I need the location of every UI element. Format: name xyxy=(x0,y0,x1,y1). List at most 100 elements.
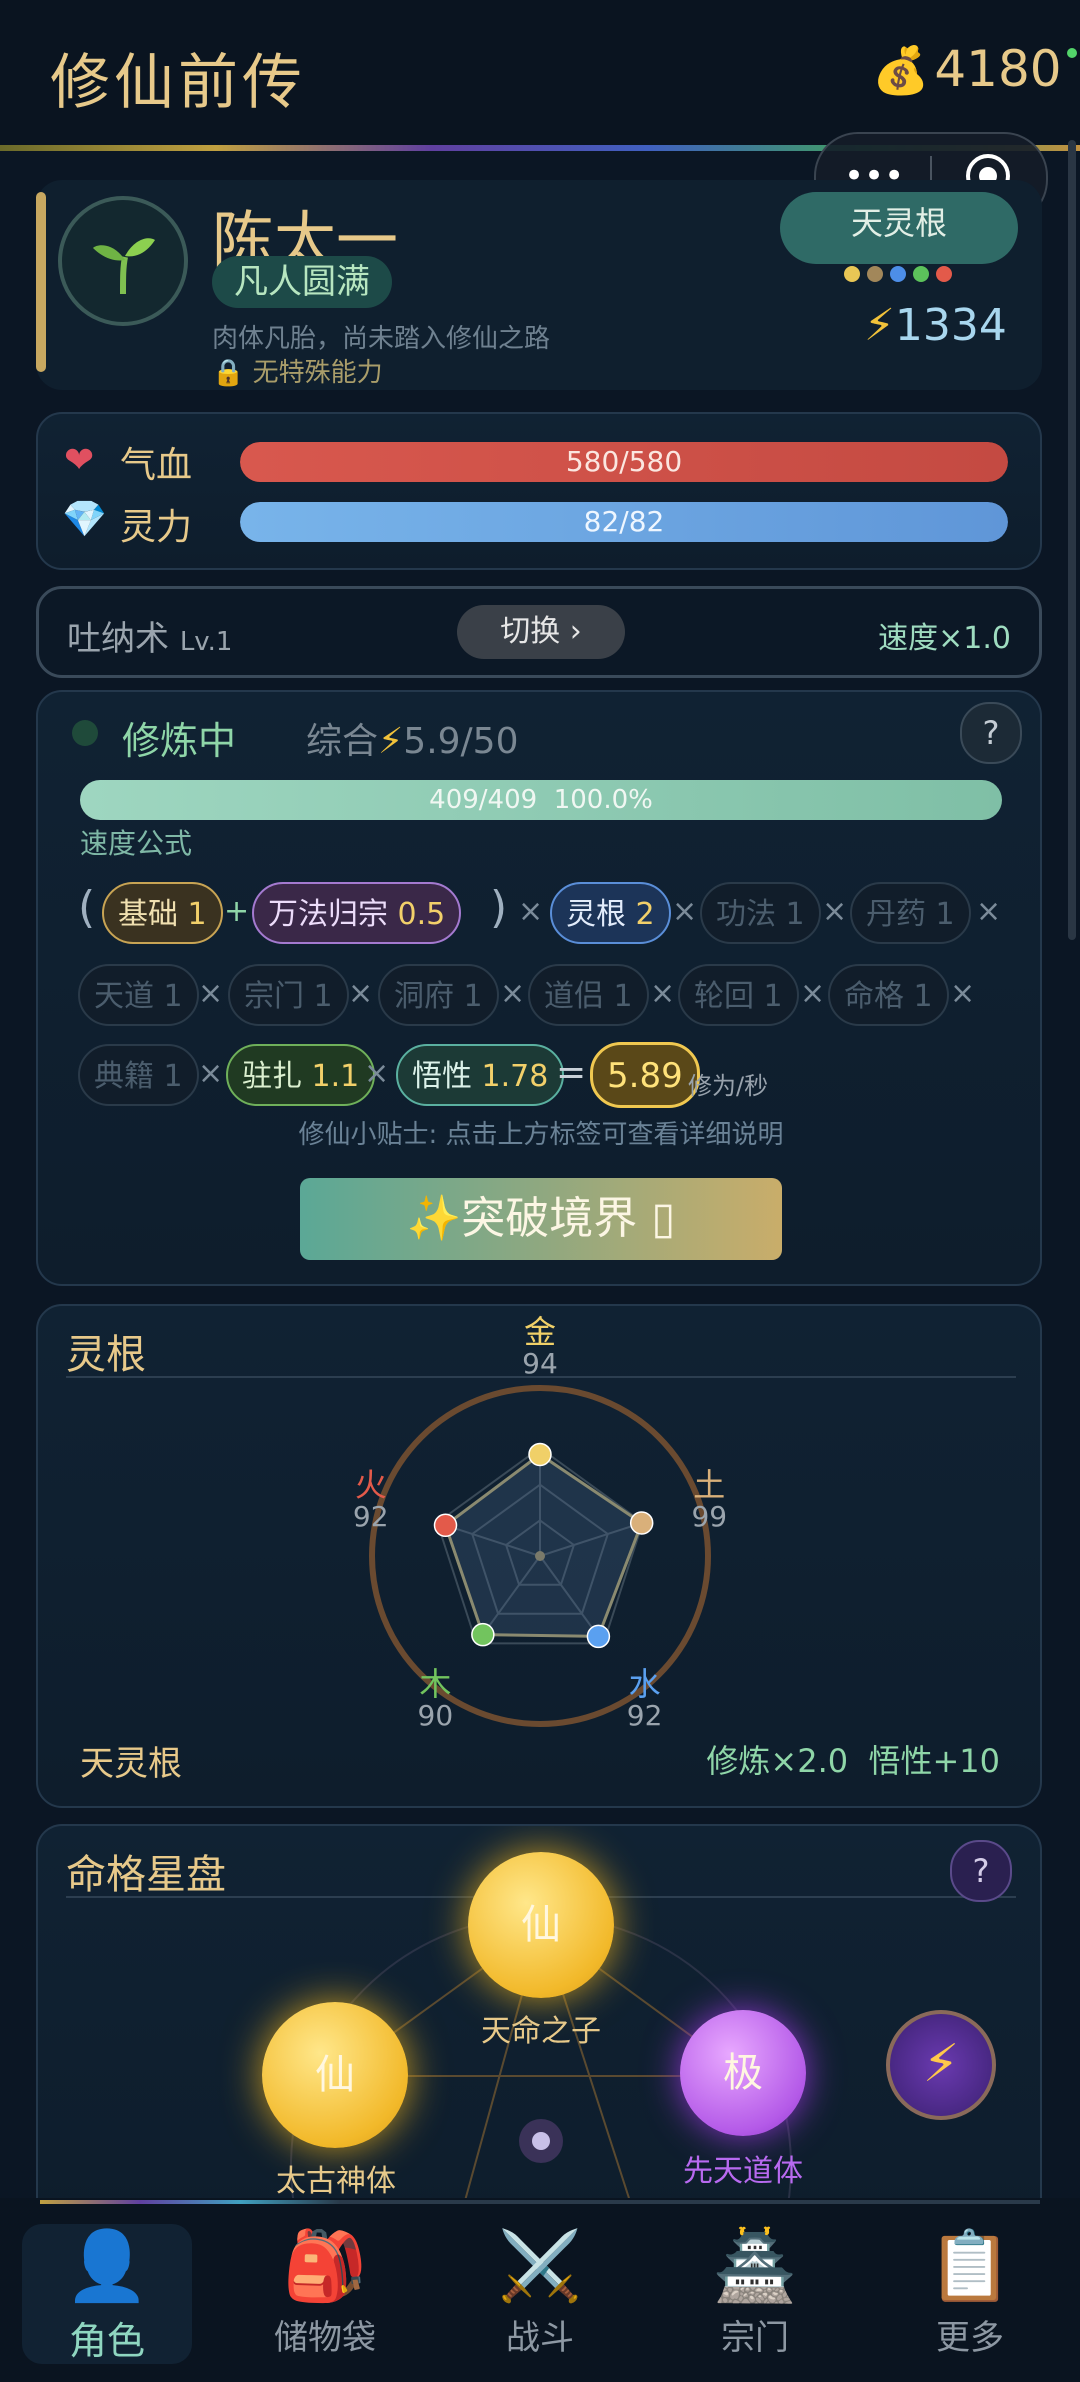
breakthrough-button[interactable]: ✨突破境界 ▯ xyxy=(300,1178,782,1260)
radar-label: 土 99 xyxy=(669,1469,749,1533)
times-operator: × xyxy=(348,976,374,1011)
formula-zongmen-tag[interactable]: 宗门 1 xyxy=(228,964,349,1026)
fate-orb-label: 太古神体 xyxy=(276,2164,396,2199)
nav-tab-character[interactable]: 👤 角色 xyxy=(22,2224,192,2364)
root-dot xyxy=(890,266,906,282)
formula-zhuzha-tag[interactable]: 驻扎 1.1 xyxy=(226,1044,376,1106)
technique-title: 吐纳术 xyxy=(67,619,169,659)
app-header: 修仙前传 💰 4180 xyxy=(0,0,1080,148)
radar-label: 水 92 xyxy=(605,1668,685,1732)
status-indicator-dot xyxy=(72,720,98,746)
scrollbar[interactable] xyxy=(1068,140,1076,940)
root-color-dots xyxy=(844,266,959,286)
lightning-orb-button[interactable]: ⚡ xyxy=(886,2010,996,2120)
radar-labels: 金 94 土 99 水 92 木 90 火 92 xyxy=(38,1306,1044,1810)
coin-count: 4180 xyxy=(934,40,1062,98)
close-paren: ) xyxy=(490,882,508,933)
nav-tab-sect[interactable]: 🏯 宗门 xyxy=(670,2224,840,2364)
switch-technique-button[interactable]: 切换 › xyxy=(457,605,625,659)
equals-operator: = xyxy=(556,1052,587,1093)
nav-label: 更多 xyxy=(936,2318,1004,2358)
times-operator: × xyxy=(672,894,698,929)
castle-icon: 🏯 xyxy=(712,2227,798,2306)
element-value: 92 xyxy=(352,1499,389,1533)
element-name: 木 xyxy=(419,1665,452,1703)
fate-orb-label: 先天道体 xyxy=(683,2154,803,2189)
element-name: 火 xyxy=(354,1465,387,1504)
formula-dongfu-tag[interactable]: 洞府 1 xyxy=(378,964,499,1026)
formula-danyao-tag[interactable]: 丹药 1 xyxy=(850,882,971,944)
formula-tiandao-tag[interactable]: 天道 1 xyxy=(78,964,199,1026)
fate-orb-xiantian[interactable]: 极 xyxy=(680,2010,806,2136)
formula-dianji-tag[interactable]: 典籍 1 xyxy=(78,1044,199,1106)
cultivation-status: 修炼中 xyxy=(122,719,237,763)
spirit-root-bonus: 修炼×2.0 悟性+10 xyxy=(706,1742,1000,1780)
lightning-icon: ⚡ xyxy=(864,300,895,351)
radar-label: 金 94 xyxy=(500,1316,580,1380)
formula-lunhui-tag[interactable]: 轮回 1 xyxy=(678,964,799,1026)
formula-mingge-tag[interactable]: 命格 1 xyxy=(828,964,949,1026)
card-accent-bar xyxy=(36,192,46,372)
hp-label: 气血 xyxy=(120,445,193,486)
radar-label: 火 92 xyxy=(331,1469,411,1533)
element-name: 土 xyxy=(693,1465,726,1504)
ability-text: 无特殊能力 xyxy=(252,358,383,388)
cultivation-progress-bar: 409/409 100.0% xyxy=(80,780,1002,820)
coin-display[interactable]: 💰 4180 xyxy=(872,40,1077,110)
technique-level: Lv.1 xyxy=(179,627,233,657)
spirit-root-button[interactable]: 天灵根 xyxy=(780,192,1018,264)
lock-icon: 🔒 xyxy=(212,358,245,388)
heart-icon: ❤ xyxy=(64,440,95,481)
formula-gongfa-tag[interactable]: 功法 1 xyxy=(700,882,821,944)
times-operator: × xyxy=(364,1056,390,1091)
root-dot xyxy=(867,266,883,282)
nav-tab-battle[interactable]: ⚔️ 战斗 xyxy=(455,2224,625,2364)
root-dot xyxy=(936,266,952,282)
mp-bar: 82/82 xyxy=(240,502,1008,542)
nav-tab-storage[interactable]: 🎒 储物袋 xyxy=(240,2224,410,2364)
times-operator: × xyxy=(822,894,848,929)
cultivation-help-button[interactable]: ? xyxy=(960,702,1022,764)
root-dot xyxy=(913,266,929,282)
open-paren: ( xyxy=(78,882,96,933)
times-operator: × xyxy=(976,894,1002,929)
sprout-icon xyxy=(93,238,155,295)
crossed-swords-icon: ⚔️ xyxy=(497,2227,583,2306)
times-operator: × xyxy=(800,976,826,1011)
element-value: 90 xyxy=(417,1699,454,1732)
online-dot xyxy=(1066,48,1077,58)
technique-name: 吐纳术 Lv.1 xyxy=(67,611,232,660)
formula-wuxing-tag[interactable]: 悟性 1.78 xyxy=(396,1044,565,1106)
technique-card: 吐纳术 Lv.1 切换 › 速度×1.0 xyxy=(36,586,1042,678)
formula-wanfa-tag[interactable]: 万法归宗 0.5 xyxy=(252,882,462,944)
person-icon: 👤 xyxy=(64,2227,150,2306)
formula-unit: 修为/秒 xyxy=(688,1072,769,1100)
realm-badge[interactable]: 凡人圆满 xyxy=(212,256,392,308)
backpack-icon: 🎒 xyxy=(282,2227,368,2306)
element-value: 99 xyxy=(691,1499,728,1533)
formula-result: 5.89 xyxy=(590,1042,700,1108)
fate-orb-taigu[interactable]: 仙 xyxy=(262,2002,408,2148)
times-operator: × xyxy=(950,976,976,1011)
times-operator: × xyxy=(198,976,224,1011)
stats-card: ❤ 气血 580/580 💎 灵力 82/82 xyxy=(36,412,1042,570)
element-value: 92 xyxy=(626,1699,663,1732)
formula-root-tag[interactable]: 灵根 2 xyxy=(550,882,671,944)
money-bag-icon: 💰 xyxy=(872,43,930,97)
summary-label: 综合 xyxy=(306,721,379,762)
character-description: 肉体凡胎，尚未踏入修仙之路 xyxy=(212,324,551,354)
speed-multiplier: 速度×1.0 xyxy=(878,621,1011,656)
formula-daolv-tag[interactable]: 道侣 1 xyxy=(528,964,649,1026)
mp-value: 82/82 xyxy=(583,505,665,538)
summary-value: 5.9/50 xyxy=(403,721,519,762)
mp-label: 灵力 xyxy=(120,507,193,548)
formula-basic-tag[interactable]: 基础 1 xyxy=(102,882,223,944)
diamond-icon: 💎 xyxy=(62,499,107,540)
avatar[interactable] xyxy=(58,196,188,326)
fate-orb-tianming[interactable]: 仙 xyxy=(468,1852,614,1998)
fate-star-card: 命格星盘 ? 仙 天命之子 仙 太古神体 极 先天道体 ⚡ xyxy=(36,1824,1042,2224)
cultivation-summary: 综合⚡5.9/50 xyxy=(306,712,519,764)
cultivation-progress-text: 409/409 100.0% xyxy=(429,785,653,815)
nav-tab-more[interactable]: 📋 更多 xyxy=(885,2224,1055,2364)
combat-power: ⚡1334 xyxy=(864,300,1007,351)
